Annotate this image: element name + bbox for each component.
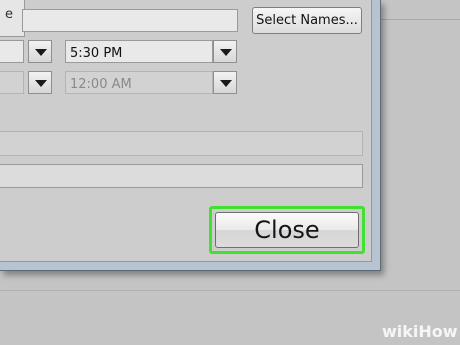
dialog-window: e Select Names... 5:30 PM 12:00 AM Close bbox=[0, 0, 372, 262]
start-time-field[interactable]: 5:30 PM bbox=[65, 40, 213, 63]
watermark-part1: wiki bbox=[382, 322, 419, 341]
dropdown-arrow-icon bbox=[35, 49, 47, 56]
select-names-button[interactable]: Select Names... bbox=[252, 7, 362, 34]
start-time-value: 5:30 PM bbox=[70, 46, 123, 61]
notes-field[interactable] bbox=[0, 164, 363, 188]
background-divider-bottom bbox=[0, 290, 460, 291]
end-time-dropdown-button[interactable] bbox=[213, 71, 237, 94]
start-date-dropdown-button[interactable] bbox=[28, 40, 52, 63]
end-date-field[interactable] bbox=[0, 71, 24, 94]
start-date-field[interactable] bbox=[0, 40, 24, 63]
partial-label-text: e bbox=[5, 7, 13, 22]
dropdown-arrow-icon bbox=[35, 80, 47, 87]
close-button[interactable]: Close bbox=[215, 212, 359, 248]
location-field[interactable] bbox=[0, 131, 363, 156]
dialog-window-frame: e Select Names... 5:30 PM 12:00 AM Close bbox=[0, 0, 381, 271]
names-input[interactable] bbox=[22, 9, 238, 32]
wikihow-watermark: wikiHow bbox=[382, 322, 458, 341]
dropdown-arrow-icon bbox=[220, 80, 232, 87]
watermark-part2: How bbox=[418, 322, 458, 341]
background-divider bbox=[370, 19, 460, 20]
end-time-field[interactable]: 12:00 AM bbox=[65, 71, 213, 94]
end-date-dropdown-button[interactable] bbox=[28, 71, 52, 94]
dropdown-arrow-icon bbox=[220, 49, 232, 56]
end-time-value: 12:00 AM bbox=[70, 77, 132, 92]
start-time-dropdown-button[interactable] bbox=[213, 40, 237, 63]
